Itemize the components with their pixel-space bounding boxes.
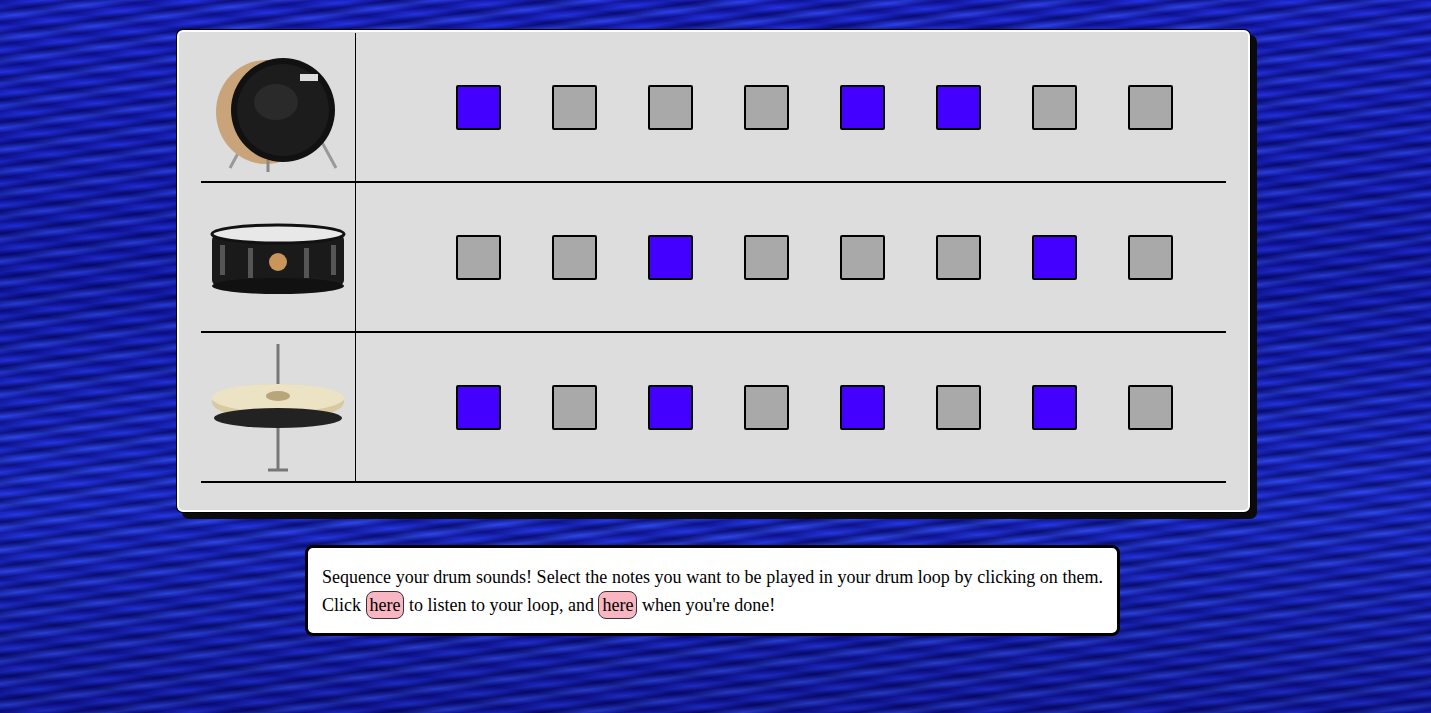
step-button[interactable] <box>840 385 885 430</box>
step-row <box>356 33 1173 181</box>
step-button[interactable] <box>744 235 789 280</box>
step-button[interactable] <box>648 235 693 280</box>
step-button[interactable] <box>552 85 597 130</box>
track-row <box>201 33 1226 183</box>
hi-hat-icon <box>201 333 356 481</box>
step-button[interactable] <box>456 235 501 280</box>
step-button[interactable] <box>936 85 981 130</box>
play-button[interactable]: here <box>366 591 405 619</box>
bass-drum-icon <box>201 33 356 181</box>
step-button[interactable] <box>1128 85 1173 130</box>
step-button[interactable] <box>1128 235 1173 280</box>
step-button[interactable] <box>552 385 597 430</box>
step-button[interactable] <box>1032 235 1077 280</box>
instruction-text: to listen to your loop, and <box>404 595 598 615</box>
snare-icon <box>201 183 356 331</box>
step-row <box>356 183 1173 331</box>
step-button[interactable] <box>456 385 501 430</box>
done-button[interactable]: here <box>598 591 637 619</box>
instruction-text: when you're done! <box>637 595 775 615</box>
step-button[interactable] <box>840 235 885 280</box>
step-button[interactable] <box>744 385 789 430</box>
track-row <box>201 333 1226 483</box>
step-button[interactable] <box>648 385 693 430</box>
track-row <box>201 183 1226 333</box>
step-button[interactable] <box>936 385 981 430</box>
step-button[interactable] <box>1032 85 1077 130</box>
step-button[interactable] <box>456 85 501 130</box>
step-button[interactable] <box>552 235 597 280</box>
step-button[interactable] <box>840 85 885 130</box>
instructions-box: Sequence your drum sounds! Select the no… <box>305 545 1120 636</box>
step-row <box>356 333 1173 481</box>
step-button[interactable] <box>936 235 981 280</box>
step-button[interactable] <box>648 85 693 130</box>
step-button[interactable] <box>744 85 789 130</box>
step-button[interactable] <box>1128 385 1173 430</box>
step-button[interactable] <box>1032 385 1077 430</box>
sequencer-panel <box>177 30 1250 512</box>
